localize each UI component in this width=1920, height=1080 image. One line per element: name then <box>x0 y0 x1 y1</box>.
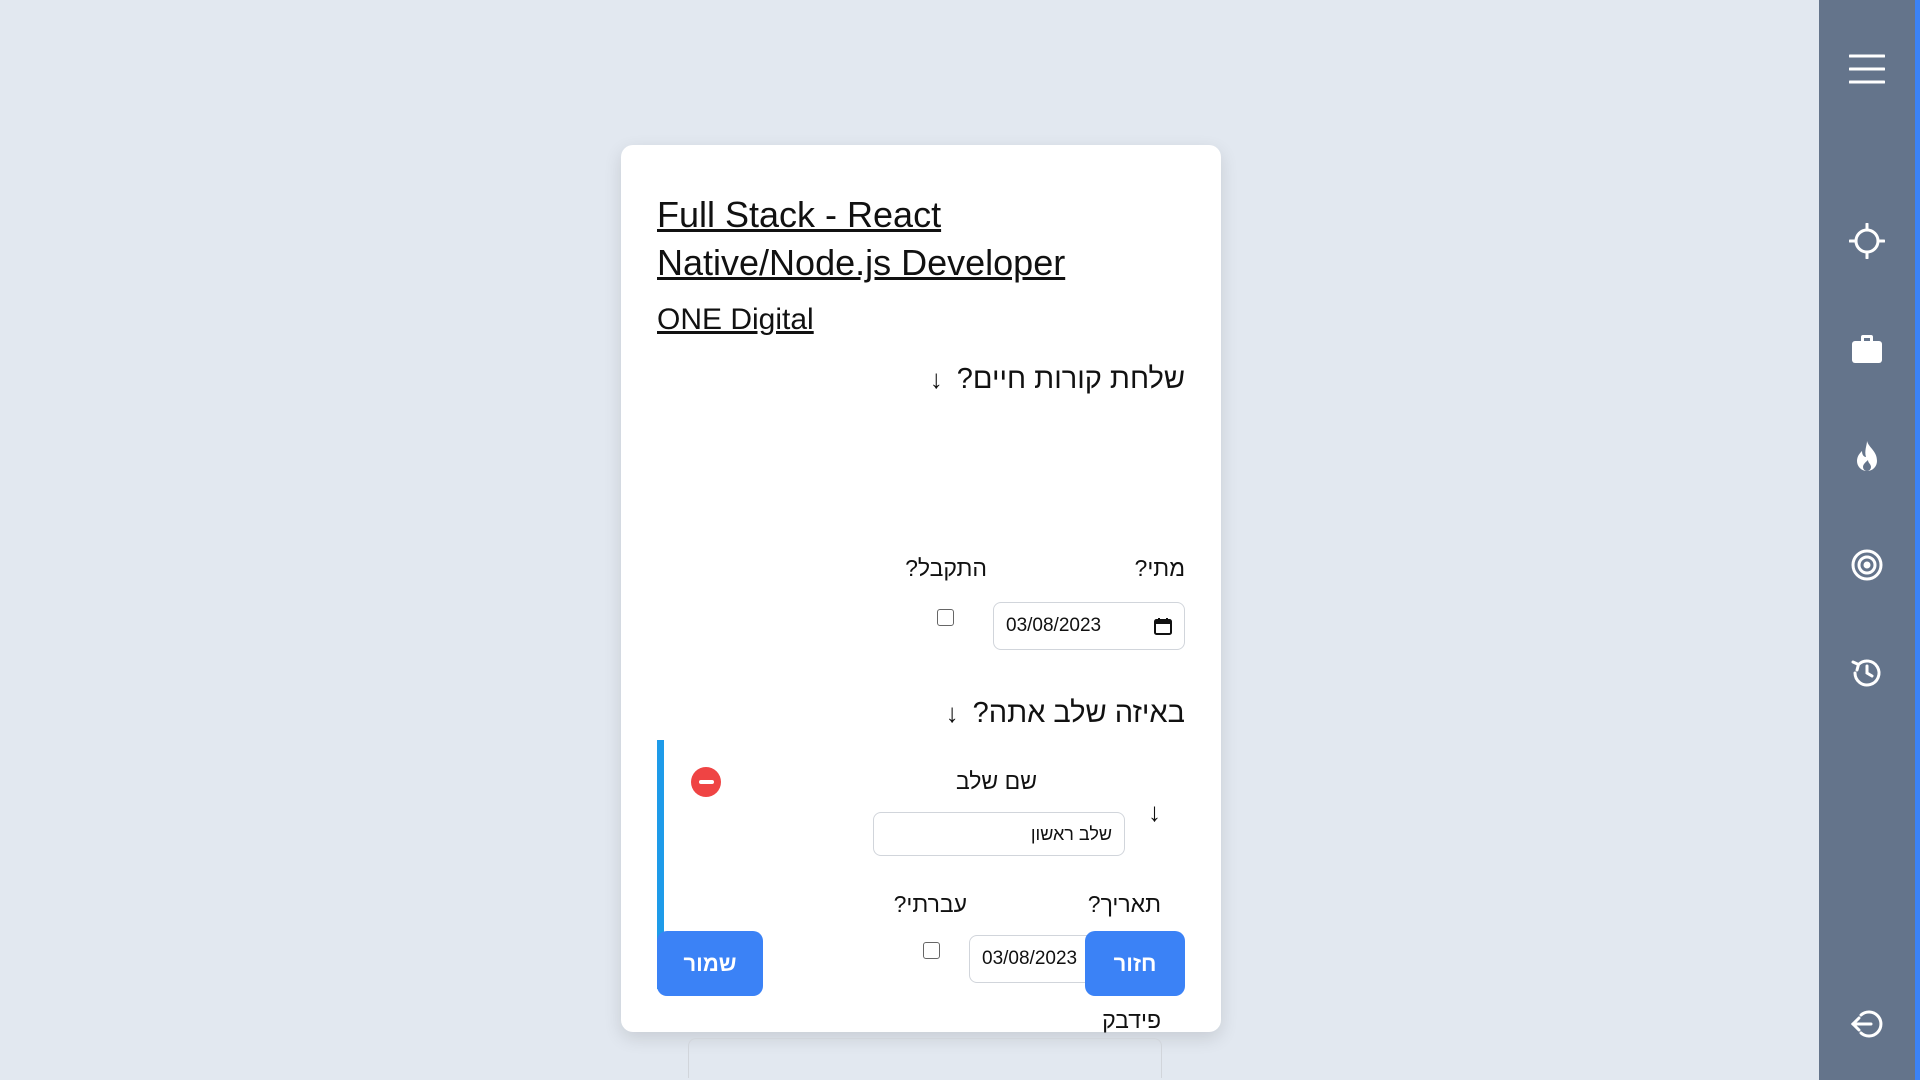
logout-icon[interactable] <box>1847 1004 1887 1044</box>
stage-date-label: תאריך? <box>1087 891 1161 917</box>
sidebar-edge <box>1915 0 1920 1080</box>
save-button[interactable]: שמור <box>657 931 763 996</box>
stage-name-input[interactable]: שלב ראשון <box>873 812 1125 856</box>
stage-collapse-arrow-icon[interactable]: ↓ <box>946 698 959 729</box>
stage-item-arrow-icon[interactable]: ↓ <box>1148 797 1161 828</box>
company-link[interactable]: ONE Digital <box>657 303 814 337</box>
stage-date-value: 03/08/2023 <box>982 948 1078 969</box>
flame-icon[interactable] <box>1847 437 1887 477</box>
cv-accepted-checkbox[interactable] <box>937 609 954 626</box>
stage-section-header: באיזה שלב אתה? ↓ <box>946 697 1185 730</box>
cv-when-label: מתי? <box>1134 555 1185 581</box>
stage-name-label: שם שלב <box>955 768 1037 794</box>
target-icon[interactable] <box>1847 545 1887 585</box>
cv-section-header: שלחת קורות חיים? ↓ <box>657 363 1185 396</box>
stage-passed-checkbox[interactable] <box>923 942 940 959</box>
job-title-link[interactable]: Full Stack - React Native/Node.js Develo… <box>657 191 1185 287</box>
cv-date-value: 03/08/2023 <box>1006 615 1102 636</box>
cv-section-title: שלחת קורות חיים? <box>956 363 1185 395</box>
stage-passed-label: עברתי? <box>893 891 967 917</box>
minus-icon <box>698 780 714 784</box>
crosshair-icon[interactable] <box>1847 221 1887 261</box>
menu-icon[interactable] <box>1847 49 1887 89</box>
feedback-textarea[interactable] <box>688 1038 1162 1078</box>
feedback-label: פידבק <box>1102 1007 1161 1033</box>
calendar-icon[interactable] <box>1154 617 1172 635</box>
job-card: Full Stack - React Native/Node.js Develo… <box>621 145 1221 1078</box>
remove-stage-button[interactable] <box>691 767 721 797</box>
stage-section-title: באיזה שלב אתה? <box>972 697 1185 729</box>
cv-date-input[interactable]: 03/08/2023 <box>993 602 1185 650</box>
cv-collapse-arrow-icon[interactable]: ↓ <box>930 364 943 395</box>
stage-name-value: שלב ראשון <box>1030 823 1112 844</box>
back-button[interactable]: חזור <box>1085 931 1185 996</box>
sidebar <box>1819 0 1920 1080</box>
history-icon[interactable] <box>1847 653 1887 693</box>
cv-accepted-label: התקבל? <box>905 555 987 581</box>
briefcase-icon[interactable] <box>1847 329 1887 369</box>
